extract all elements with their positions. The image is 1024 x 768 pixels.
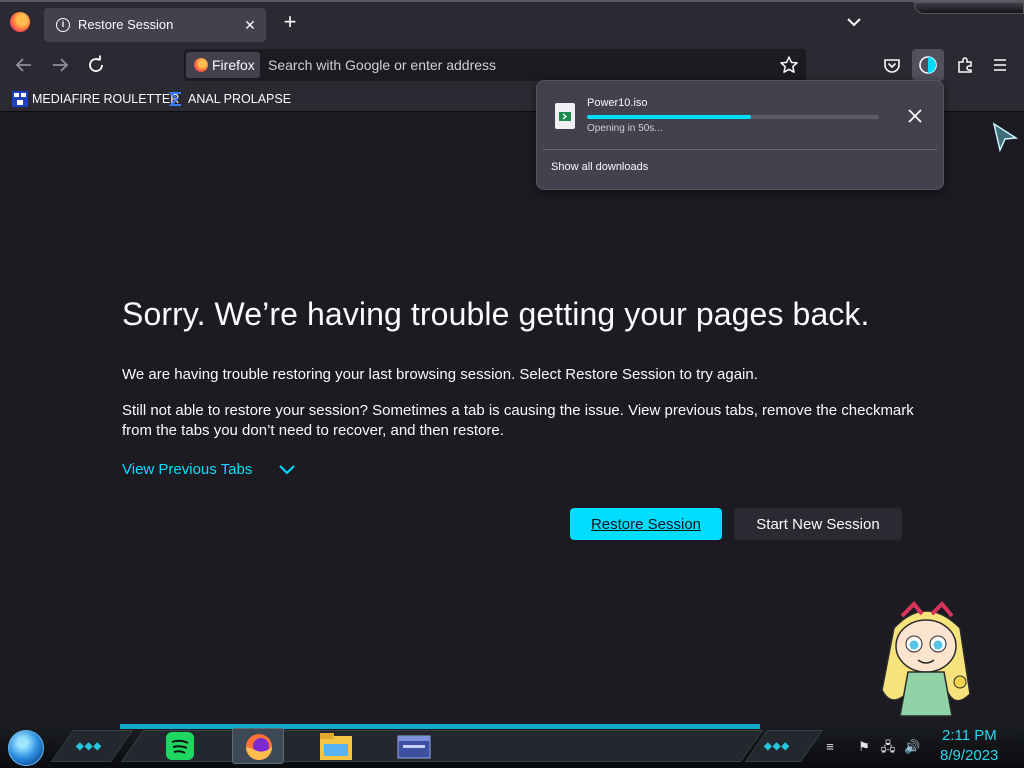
page-content: Sorry. We’re having trouble getting your… bbox=[0, 113, 1024, 725]
file-explorer-icon bbox=[320, 733, 352, 760]
error-hint: Still not able to restore your session? … bbox=[122, 402, 914, 439]
divider bbox=[543, 149, 937, 150]
back-icon[interactable] bbox=[9, 50, 39, 80]
bookmark-label: MEDIAFIRE ROULETTER bbox=[32, 92, 180, 106]
action-center-flag-icon[interactable]: ⚑ bbox=[856, 739, 872, 755]
theme-decoration bbox=[914, 2, 1024, 14]
mediafire-icon bbox=[12, 91, 28, 107]
page-title: Sorry. We’re having trouble getting your… bbox=[122, 296, 870, 332]
taskbar-app-file-explorer[interactable] bbox=[310, 728, 362, 764]
show-desktop-icon[interactable]: ≡ bbox=[822, 739, 838, 755]
address-bar: Firefox bbox=[184, 49, 806, 81]
tab-title: Restore Session bbox=[78, 17, 174, 32]
bookmark-star-icon[interactable] bbox=[778, 54, 800, 76]
cartoon-mascot-image bbox=[881, 601, 971, 717]
identity-label: Firefox bbox=[212, 57, 255, 73]
network-icon[interactable]: 🖧 bbox=[880, 739, 896, 755]
bookmark-item[interactable]: MEDIAFIRE ROULETTER bbox=[12, 90, 179, 108]
download-progress-fill bbox=[587, 115, 751, 119]
firefox-menu-icon[interactable] bbox=[10, 12, 30, 32]
taskbar-decoration: ◆◆◆ bbox=[764, 741, 791, 752]
start-button[interactable] bbox=[8, 730, 44, 766]
volume-icon[interactable]: 🔊 bbox=[904, 739, 920, 755]
new-tab-button[interactable]: + bbox=[279, 11, 301, 34]
restore-session-button[interactable]: Restore Session bbox=[570, 508, 722, 540]
bookmark-item[interactable]: ANAL PROLAPSE bbox=[168, 90, 291, 108]
view-previous-tabs-link[interactable]: View Previous Tabs bbox=[122, 461, 252, 478]
taskbar-decoration: ◆◆◆ bbox=[76, 741, 103, 752]
tab-restore-session[interactable]: i Restore Session ✕ bbox=[44, 8, 266, 42]
firefox-icon bbox=[194, 58, 208, 72]
taskbar-glow bbox=[120, 724, 760, 729]
tab-strip: i Restore Session ✕ + bbox=[0, 0, 1024, 44]
downloads-panel: Power10.iso Opening in 50s... Show all d… bbox=[536, 80, 944, 190]
download-filename[interactable]: Power10.iso bbox=[587, 97, 648, 109]
forward-icon[interactable] bbox=[45, 50, 75, 80]
spotify-icon bbox=[166, 732, 194, 760]
cancel-download-icon[interactable] bbox=[904, 105, 926, 127]
screen: i Restore Session ✕ + Firefox Search wit… bbox=[0, 0, 1024, 768]
taskbar: ◆◆◆ ◆◆◆ ≡ ⚑ 🖧 🔊 2:11 PM 8/9/2023 bbox=[0, 724, 1024, 768]
pocket-icon[interactable] bbox=[877, 50, 907, 80]
error-description: We are having trouble restoring your las… bbox=[122, 366, 758, 383]
menu-hamburger-icon[interactable] bbox=[985, 50, 1015, 80]
tab-close-icon[interactable]: ✕ bbox=[240, 15, 260, 35]
info-icon: i bbox=[56, 18, 70, 32]
clock-time[interactable]: 2:11 PM bbox=[942, 727, 997, 744]
taskbar-app-spotify[interactable] bbox=[156, 728, 208, 764]
window-app-icon bbox=[397, 735, 431, 759]
taskbar-decoration bbox=[120, 730, 764, 762]
file-icon bbox=[555, 103, 575, 129]
url-input[interactable] bbox=[268, 55, 748, 75]
bookmark-label: ANAL PROLAPSE bbox=[188, 92, 292, 106]
reload-icon[interactable] bbox=[81, 50, 111, 80]
download-status: Opening in 50s... bbox=[587, 123, 663, 134]
cursor-icon bbox=[992, 122, 1018, 152]
show-all-downloads-link[interactable]: Show all downloads bbox=[551, 161, 648, 173]
extensions-icon[interactable] bbox=[950, 50, 980, 80]
download-progress-bar bbox=[587, 115, 879, 119]
downloads-button[interactable] bbox=[912, 49, 944, 81]
taskbar-app-firefox[interactable] bbox=[232, 728, 284, 764]
start-new-session-button[interactable]: Start New Session bbox=[734, 508, 902, 540]
clock-date[interactable]: 8/9/2023 bbox=[940, 747, 998, 764]
firefox-icon bbox=[246, 734, 272, 760]
identity-box[interactable]: Firefox bbox=[186, 52, 260, 78]
sigma-icon bbox=[168, 92, 181, 106]
download-progress-icon bbox=[919, 56, 937, 74]
list-all-tabs-chevron-icon[interactable] bbox=[842, 12, 866, 34]
taskbar-app-window[interactable] bbox=[388, 728, 440, 764]
chevron-down-icon[interactable] bbox=[277, 462, 297, 478]
